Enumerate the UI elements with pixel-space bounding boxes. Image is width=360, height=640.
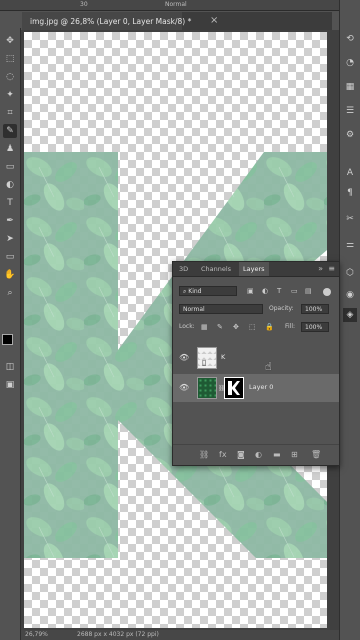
lock-label: Lock: — [179, 323, 195, 330]
color-icon[interactable]: ◔ — [343, 56, 357, 70]
layer-list: 👁 ▯ K 👁 ⛓ Layer 0 — [173, 342, 339, 442]
smart-filter-icon[interactable]: ▤ — [305, 286, 312, 296]
blend-row: Normal Opacity: 100% — [173, 302, 339, 316]
eye-icon[interactable]: 👁 — [179, 353, 189, 362]
layer-row-k[interactable]: 👁 ▯ K — [173, 344, 339, 372]
eye-icon[interactable]: 👁 — [179, 383, 189, 392]
tab-3d[interactable]: 3D — [175, 262, 192, 276]
magic-wand-icon[interactable]: ✦ — [3, 88, 17, 102]
layer-style-icon[interactable]: fx — [219, 450, 227, 459]
swatches-icon[interactable]: ▦ — [343, 80, 357, 94]
adjustment-filter-icon[interactable]: ◐ — [262, 286, 268, 296]
pixel-filter-icon[interactable]: ▣ — [247, 286, 254, 296]
path-select-icon[interactable]: ➤ — [3, 232, 17, 246]
foreground-color-swatch[interactable] — [2, 334, 13, 345]
filter-kind-select[interactable]: ⌕ Kind — [179, 286, 237, 296]
lock-artboard-icon[interactable]: ⬚ — [249, 322, 256, 332]
type-filter-icon[interactable]: T — [277, 286, 281, 296]
layers-panel: 3D Channels Layers ≡ » ⌕ Kind ▣ ◐ T ▭ ▤ … — [172, 261, 340, 466]
close-icon[interactable]: × — [210, 15, 218, 26]
libraries-icon[interactable]: ⚙ — [343, 128, 357, 142]
quick-mask-icon[interactable]: ◫ — [3, 360, 17, 374]
blend-mode-select[interactable]: Normal — [179, 304, 263, 314]
filter-kind-label: Kind — [188, 288, 202, 295]
lock-row: Lock: ▦ ✎ ✥ ⬚ 🔒 Fill: 100% — [173, 320, 339, 334]
crop-tool-icon[interactable]: ⌗ — [3, 106, 17, 120]
channels-icon[interactable]: ◉ — [343, 288, 357, 302]
layer-name[interactable]: K — [221, 353, 225, 361]
document-tab-title: img.jpg @ 26,8% (Layer 0, Layer Mask/8) … — [30, 16, 192, 26]
layer-row-layer-0[interactable]: 👁 ⛓ Layer 0 — [173, 374, 339, 402]
layer-thumbnail-text: ▯ — [197, 347, 217, 369]
screen-mode-icon[interactable]: ▣ — [3, 378, 17, 392]
document-tab-bar: img.jpg @ 26,8% (Layer 0, Layer Mask/8) … — [22, 12, 332, 30]
tab-channels[interactable]: Channels — [197, 262, 235, 276]
layer-thumbnail-image[interactable] — [197, 377, 217, 399]
type-tool-icon[interactable]: T — [3, 196, 17, 210]
options-bar: 30 Normal — [0, 0, 360, 11]
paragraph-icon[interactable]: ¶ — [343, 186, 357, 200]
character-icon[interactable]: A — [343, 166, 357, 180]
lock-transparency-icon[interactable]: ▦ — [201, 322, 208, 332]
brush-tool-icon[interactable]: ✎ — [3, 124, 17, 138]
move-tool-icon[interactable]: ✥ — [3, 34, 17, 48]
options-value[interactable]: 30 — [80, 1, 88, 8]
tool-presets-icon[interactable]: ✂ — [343, 212, 357, 226]
shape-tool-icon[interactable]: ▭ — [3, 250, 17, 264]
left-toolbar: ✥ ⬚ ◌ ✦ ⌗ ✎ ♟ ▭ ◐ T ✒ ➤ ▭ ✋ ⌕ ◫ ▣ — [0, 28, 21, 640]
tab-layers[interactable]: Layers — [239, 262, 269, 276]
link-layers-icon[interactable]: ⛓ — [199, 450, 209, 459]
blend-mode-label: Normal — [183, 306, 205, 313]
eraser-tool-icon[interactable]: ▭ — [3, 160, 17, 174]
panel-footer: ⛓ fx ◙ ◐ ▬ ⊞ 🗑 — [173, 444, 339, 465]
hand-cursor-icon: ☝ — [265, 360, 272, 373]
shape-filter-icon[interactable]: ▭ — [291, 286, 298, 296]
adjustments-icon[interactable]: ☰ — [343, 104, 357, 118]
3d-icon[interactable]: ⬡ — [343, 266, 357, 280]
pen-tool-icon[interactable]: ✒ — [3, 214, 17, 228]
properties-icon[interactable]: ⚌ — [343, 238, 357, 252]
filter-toggle[interactable] — [323, 288, 331, 296]
layer-name[interactable]: Layer 0 — [249, 383, 273, 391]
marquee-tool-icon[interactable]: ⬚ — [3, 52, 17, 66]
text-layer-icon: ▯ — [202, 358, 207, 367]
panel-menu-icon[interactable]: ≡ — [328, 264, 335, 273]
fill-label: Fill: — [285, 323, 296, 330]
gradient-tool-icon[interactable]: ◐ — [3, 178, 17, 192]
hand-tool-icon[interactable]: ✋ — [3, 268, 17, 282]
opacity-label: Opacity: — [269, 305, 294, 312]
opacity-input[interactable]: 100% — [301, 304, 329, 314]
mask-k-shape — [228, 381, 240, 395]
delete-layer-icon[interactable]: 🗑 — [311, 450, 321, 459]
opacity-value: 100% — [305, 306, 323, 313]
layer-mask-thumbnail[interactable] — [224, 377, 244, 399]
document-dimensions: 2688 px x 4032 px (72 ppi) — [77, 631, 159, 638]
new-layer-icon[interactable]: ⊞ — [291, 450, 298, 459]
lock-all-icon[interactable]: 🔒 — [265, 322, 274, 332]
right-toolbar: ⟲ ◔ ▦ ☰ ⚙ A ¶ ✂ ⚌ ⬡ ◉ ◈ — [339, 0, 360, 640]
lock-pixels-icon[interactable]: ✎ — [217, 322, 223, 332]
options-blend[interactable]: Normal — [165, 1, 187, 8]
document-tab[interactable]: img.jpg @ 26,8% (Layer 0, Layer Mask/8) … — [22, 12, 191, 30]
lasso-tool-icon[interactable]: ◌ — [3, 70, 17, 84]
fill-value: 100% — [305, 324, 323, 331]
filter-row: ⌕ Kind ▣ ◐ T ▭ ▤ — [173, 284, 339, 298]
panel-tabs: 3D Channels Layers ≡ » — [173, 262, 339, 277]
status-bar: 26,79% 2688 px x 4032 px (72 ppi) — [21, 630, 339, 640]
collapse-icon[interactable]: » — [318, 264, 323, 273]
layers-icon[interactable]: ◈ — [343, 308, 357, 322]
lock-position-icon[interactable]: ✥ — [233, 322, 239, 332]
adjustment-layer-icon[interactable]: ◐ — [255, 450, 262, 459]
new-group-icon[interactable]: ▬ — [273, 450, 281, 459]
fill-input[interactable]: 100% — [301, 322, 329, 332]
add-mask-icon[interactable]: ◙ — [237, 450, 245, 459]
zoom-level[interactable]: 26,79% — [25, 631, 48, 638]
history-icon[interactable]: ⟲ — [343, 32, 357, 46]
zoom-tool-icon[interactable]: ⌕ — [3, 286, 17, 300]
stamp-tool-icon[interactable]: ♟ — [3, 142, 17, 156]
